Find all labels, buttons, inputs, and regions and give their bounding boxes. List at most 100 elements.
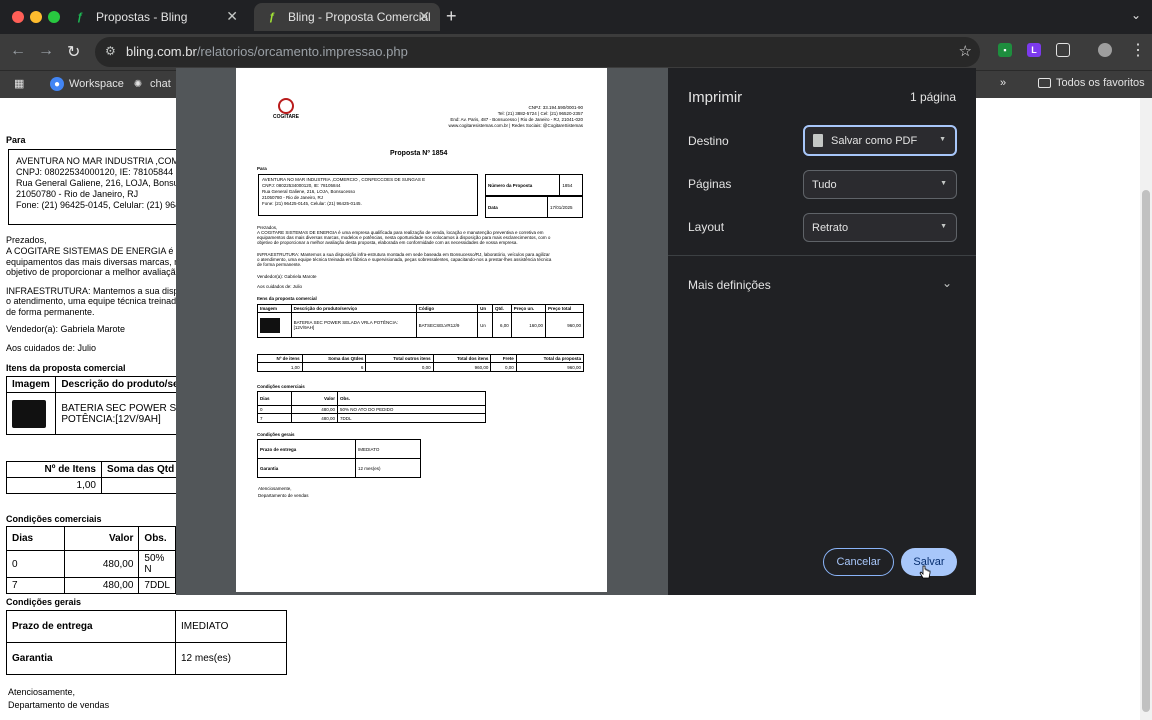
workspace-icon: ● [50, 77, 64, 91]
table-cell: 960,00 [545, 312, 584, 339]
paginas-value: Tudo [812, 178, 837, 191]
tab-strip: ƒ Propostas - Bling ✕ ƒ Bling - Proposta… [0, 0, 1152, 34]
bookmarks-overflow-icon[interactable]: » [1000, 77, 1006, 89]
cond-com-table: Dias Valor Obs. 0 480,00 50% N 7 480,00 7DDL [6, 526, 176, 594]
table-header: Obs. [138, 526, 176, 551]
bookmark-workspace[interactable]: ● Workspace [50, 77, 124, 91]
back-arrow-icon[interactable]: ← [10, 42, 26, 60]
totals-table: Nº de Itens Soma das Qtd 1,00 [6, 461, 182, 494]
table-header: Qtd. [491, 303, 512, 314]
tab-title: Bling - Proposta Comercial [288, 10, 431, 24]
product-desc-line: BATERIA SEC POWER S [61, 402, 177, 414]
layout-select[interactable]: Retrato ▼ [803, 213, 957, 242]
table-cell: 160,00 [510, 312, 547, 339]
close-window-button[interactable] [12, 11, 24, 23]
forward-arrow-icon[interactable]: → [38, 42, 54, 60]
para-heading: Para [6, 135, 26, 145]
cond-gerais-table: Prazo de entrega IMEDIATO Garantia 12 mes(… [257, 439, 421, 478]
table-cell: 480,00 [63, 550, 140, 578]
scrollbar-thumb[interactable] [1142, 190, 1150, 712]
print-settings-panel: Imprimir 1 página Destino Salvar como PD… [668, 68, 976, 595]
bookmark-label: chat [150, 78, 171, 90]
para-heading: Para [257, 166, 267, 171]
table-header: Total dos itens [432, 353, 492, 364]
table-header: Nº de itens [257, 353, 303, 364]
menu-kebab-icon[interactable]: ⋮ [1130, 40, 1146, 60]
prezados-text: Prezados, [6, 235, 47, 245]
dropdown-caret-icon: ▼ [939, 136, 946, 143]
zoom-window-button[interactable] [48, 11, 60, 23]
table-cell: 50% NO ATO DO PEDIDO [337, 404, 486, 415]
cond-gerais-heading: Condições gerais [6, 597, 82, 607]
extensions-puzzle-icon[interactable] [1056, 43, 1070, 57]
infra-line: de forma permanente. [257, 262, 302, 267]
table-cell: 960,00 [515, 362, 585, 372]
table-cell: Número da Proposta [484, 174, 561, 196]
product-desc-cell: BATERIA SEC POWER S POTÊNCIA:[12V/9AH] [55, 392, 186, 435]
closing-line: Atenciosamente, [258, 486, 292, 491]
site-info-icon[interactable]: ⚙ [105, 44, 116, 58]
mais-definicoes-label: Mais definições [688, 278, 771, 292]
totals-table: Nº de itens Soma das Qtdes Total outros it… [257, 353, 585, 372]
closing-line: Atenciosamente, [8, 687, 76, 697]
header-line: CNPJ: 33.194.590/0001-90 [528, 105, 583, 110]
extension-green-icon[interactable]: ▪ [998, 43, 1012, 57]
table-header: Descrição do produto/serviço [290, 303, 417, 314]
table-cell: 960,00 [432, 362, 492, 372]
new-tab-button[interactable]: + [446, 6, 457, 27]
table-cell: IMEDIATO [355, 439, 421, 459]
bookmark-star-icon[interactable]: ☆ [959, 42, 972, 60]
page-scrollbar[interactable] [1140, 98, 1152, 720]
table-header: Valor [291, 391, 338, 406]
table-cell: 50% N [138, 550, 176, 578]
bookmark-all-favorites[interactable]: Todos os favoritos [1038, 77, 1145, 89]
address-bar[interactable]: ⚙ bling.com.br/relatorios/orcamento.impr… [95, 37, 980, 67]
table-cell: 7DDL [138, 577, 176, 594]
itens-heading: Itens da proposta comercial [6, 363, 126, 373]
table-cell [101, 477, 182, 494]
destino-select[interactable]: Salvar como PDF ▼ [803, 125, 957, 156]
cancel-button[interactable]: Cancelar [823, 548, 894, 576]
paginas-select[interactable]: Tudo ▼ [803, 170, 957, 199]
header-line: End: Av. Paris, 487 - Bonsucesso | Rio d… [450, 117, 583, 122]
table-header: Dias [6, 526, 65, 551]
tab-search-chevron-icon[interactable]: ⌄ [1128, 8, 1144, 24]
table-cell: Garantia [257, 458, 356, 478]
table-header: Código [415, 303, 479, 314]
product-image-cell [5, 392, 57, 435]
table-header: Soma das Qtd [101, 461, 182, 478]
intro-line: objetivo de proporcionar a melhor avalia… [6, 267, 189, 277]
minimize-window-button[interactable] [30, 11, 42, 23]
table-cell: 12 mes(es) [355, 458, 421, 478]
cond-com-heading: Condições comerciais [6, 514, 102, 524]
table-header: Valor [63, 526, 140, 551]
table-cell: 1,00 [6, 477, 102, 494]
apps-grid-icon[interactable]: ▦ [14, 77, 24, 90]
table-header: Imagem [5, 376, 57, 393]
tab-propostas[interactable]: ƒ Propostas - Bling ✕ [62, 3, 248, 31]
itens-table: Imagem Descrição do produto/se BATERIA SE… [5, 376, 186, 435]
battery-image [12, 399, 46, 428]
table-header: Un [477, 303, 493, 314]
table-cell: BATSECSELVR12/9 [415, 312, 479, 339]
extension-l-icon[interactable]: L [1027, 43, 1041, 57]
cogitare-logo-icon [278, 98, 294, 114]
close-tab-icon[interactable]: ✕ [226, 8, 238, 25]
reload-icon[interactable]: ↻ [67, 42, 80, 62]
mais-definicoes-row[interactable]: Mais definições ⌄ [668, 268, 976, 302]
layout-label: Layout [688, 220, 725, 234]
page-count: 1 página [909, 90, 956, 104]
bookmark-chat[interactable]: ✺ chat [131, 77, 171, 91]
table-header: Total outros itens [365, 353, 434, 364]
table-cell: Garantia [6, 642, 176, 675]
tab-proposta-comercial[interactable]: ƒ Bling - Proposta Comercial ✕ [254, 3, 440, 31]
chevron-down-icon: ⌄ [941, 276, 952, 290]
table-header: Obs. [337, 391, 486, 406]
intro-line: A COGITARE SISTEMAS DE ENERGIA é um [6, 246, 189, 256]
intro-line: objetivo de proporcionar a melhor avalia… [257, 240, 518, 245]
dropdown-caret-icon: ▼ [940, 180, 947, 187]
preview-sheet: COGITARE CNPJ: 33.194.590/0001-90 Tel: (… [236, 68, 607, 592]
close-tab-icon[interactable]: ✕ [418, 8, 430, 25]
profile-avatar-icon[interactable] [1098, 43, 1112, 57]
table-cell: 0,00 [490, 362, 517, 372]
